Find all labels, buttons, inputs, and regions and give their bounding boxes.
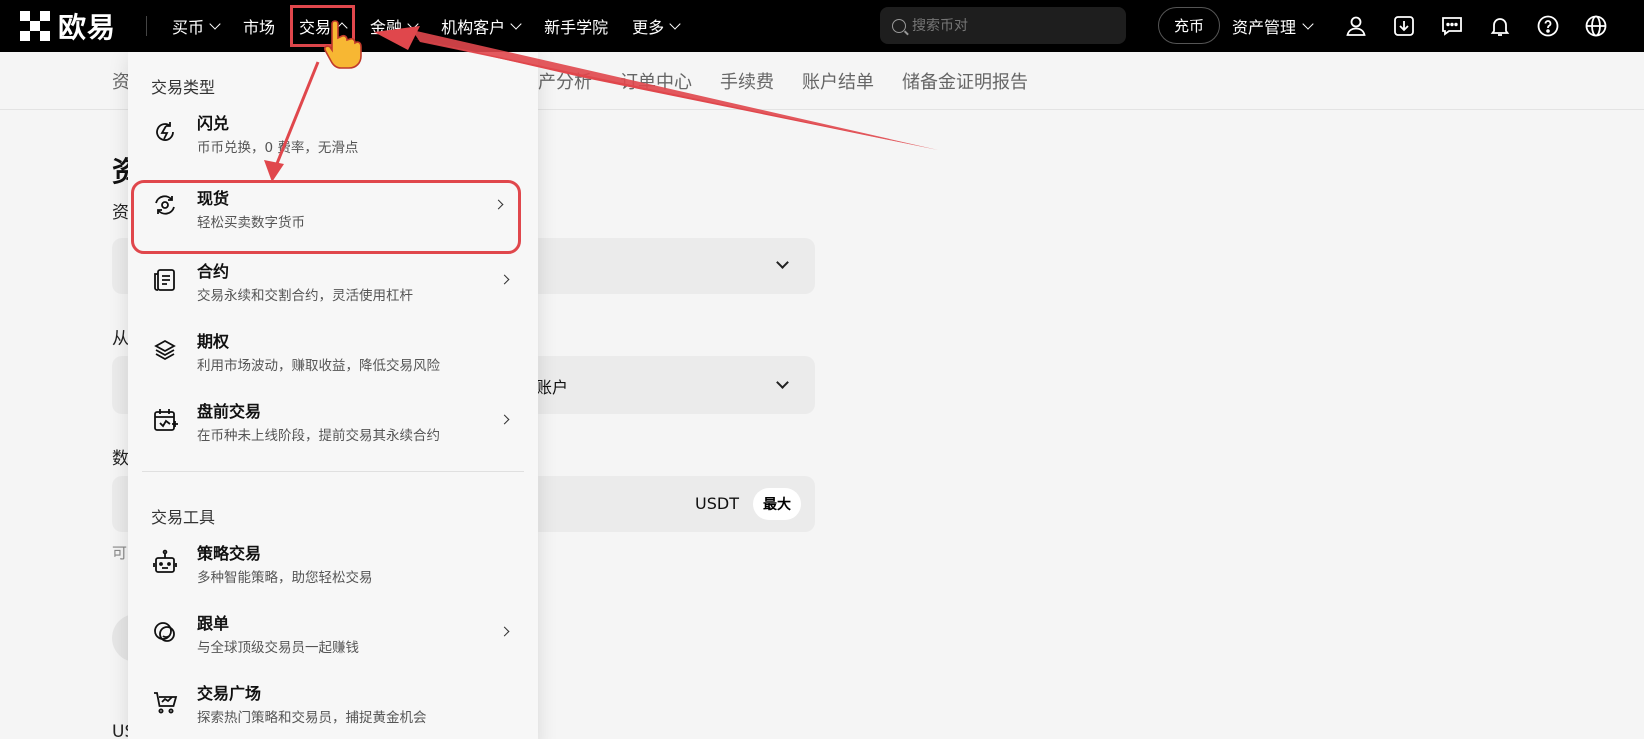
asset-management-label: 资产管理 [1232, 18, 1297, 37]
search-input[interactable] [912, 17, 1102, 34]
search-icon [892, 18, 906, 33]
nav-item-trade[interactable]: 交易 [290, 5, 356, 47]
field-label-from: 从 [112, 329, 129, 349]
menu-item-desc: 币币兑换，0 费率，无滑点 [197, 140, 359, 156]
menu-item-pre-market[interactable]: 盘前交易 在币种未上线阶段，提前交易其永续合约 [136, 390, 530, 454]
globe-icon[interactable] [1584, 14, 1608, 38]
field-label-amount: 数 [112, 449, 129, 469]
menu-item-title: 现货 [197, 189, 230, 208]
menu-item-desc: 交易永续和交割合约，灵活使用杠杆 [197, 288, 413, 304]
nav-label: 交易 [299, 18, 332, 37]
nav-label: 更多 [632, 18, 665, 37]
menu-item-desc: 多种智能策略，助您轻松交易 [197, 570, 373, 586]
nav-divider [146, 16, 147, 36]
nav-label: 新手学院 [544, 18, 609, 37]
available-balance: 可 [112, 544, 128, 562]
chevron-up-icon [336, 22, 348, 34]
section-title-trade-tools: 交易工具 [151, 508, 216, 527]
tab-statements[interactable]: 账户结单 [802, 68, 874, 94]
chevron-right-icon [499, 626, 510, 637]
layers-icon [151, 336, 179, 364]
nav-item-buy-crypto[interactable]: 买币 [172, 14, 221, 38]
nav-label: 市场 [243, 18, 276, 37]
chevron-down-icon [407, 18, 419, 30]
menu-item-title: 盘前交易 [197, 402, 262, 421]
menu-item-spot[interactable]: 现货 轻松买卖数字货币 [131, 180, 521, 254]
chevron-right-icon [493, 199, 504, 210]
nav-label: 机构客户 [441, 18, 506, 37]
robot-icon [151, 548, 179, 576]
menu-item-title: 期权 [197, 332, 230, 351]
nav-item-market[interactable]: 市场 [243, 14, 275, 38]
menu-item-copy-trading[interactable]: 跟单 与全球顶级交易员一起赚钱 [136, 602, 530, 666]
chevron-down-icon [776, 256, 789, 269]
tab-proof-of-reserves[interactable]: 储备金证明报告 [902, 68, 1028, 94]
menu-item-title: 策略交易 [197, 544, 262, 563]
menu-item-options[interactable]: 期权 利用市场波动，赚取收益，降低交易风险 [136, 320, 530, 384]
menu-item-trading-square[interactable]: 交易广场 探索热门策略和交易员，捕捉黄金机会 [136, 672, 530, 736]
cart-icon [151, 688, 179, 716]
field-label-currency: 资 [112, 203, 129, 223]
contract-icon [151, 266, 179, 294]
header-icons [1344, 10, 1608, 42]
nav-item-academy[interactable]: 新手学院 [544, 14, 608, 38]
trade-dropdown-menu: 交易类型 闪兑 币币兑换，0 费率，无滑点 现货 轻松买卖数字货币 合约 交易永… [128, 52, 538, 739]
chevron-down-icon [776, 376, 789, 389]
nav-label: 买币 [172, 18, 205, 37]
deposit-button[interactable]: 充币 [1158, 7, 1220, 44]
menu-item-title: 交易广场 [197, 684, 262, 703]
menu-item-desc: 轻松买卖数字货币 [197, 215, 305, 231]
menu-item-title: 闪兑 [197, 114, 230, 133]
amount-unit: USDT [695, 494, 739, 513]
chevron-down-icon [209, 18, 221, 30]
account-select-value: 账户 [536, 378, 569, 397]
chevron-right-icon [499, 414, 510, 425]
menu-item-contract[interactable]: 合约 交易永续和交割合约，灵活使用杠杆 [136, 250, 530, 314]
chevron-right-icon [499, 274, 510, 285]
top-navbar: 欧易 买币 市场 交易 金融 机构客户 新手学院 更多 充币 资产管理 [0, 0, 1644, 52]
download-icon[interactable] [1392, 14, 1416, 38]
tab-order-center[interactable]: 订单中心 [620, 68, 692, 94]
chevron-down-icon [669, 18, 681, 30]
menu-item-convert[interactable]: 闪兑 币币兑换，0 费率，无滑点 [136, 102, 530, 166]
message-icon[interactable] [1440, 14, 1464, 38]
flash-icon [151, 118, 179, 146]
chevron-down-icon [510, 18, 522, 30]
calendar-icon [151, 406, 179, 434]
section-title-trade-types: 交易类型 [151, 78, 216, 97]
bell-icon[interactable] [1488, 14, 1512, 38]
subnav-tabs: 资产分析 订单中心 手续费 账户结单 储备金证明报告 [520, 68, 1028, 94]
nav-item-institutional[interactable]: 机构客户 [441, 14, 522, 38]
logo[interactable]: 欧易 [20, 10, 116, 44]
menu-item-title: 合约 [197, 262, 230, 281]
menu-item-desc: 在币种未上线阶段，提前交易其永续合约 [197, 428, 440, 444]
logo-text: 欧易 [58, 11, 117, 44]
asset-management-menu[interactable]: 资产管理 [1232, 0, 1314, 52]
menu-item-desc: 探索热门策略和交易员，捕捉黄金机会 [197, 710, 427, 726]
nav-label: 金融 [370, 18, 403, 37]
main-nav: 买币 市场 交易 金融 机构客户 新手学院 更多 [172, 0, 681, 52]
menu-item-desc: 与全球顶级交易员一起赚钱 [197, 640, 359, 656]
max-button[interactable]: 最大 [753, 488, 801, 520]
menu-item-strategy-trading[interactable]: 策略交易 多种智能策略，助您轻松交易 [136, 532, 530, 596]
menu-divider [142, 471, 524, 472]
search-box[interactable] [880, 7, 1126, 44]
nav-item-more[interactable]: 更多 [632, 14, 681, 38]
tab-fees[interactable]: 手续费 [720, 68, 774, 94]
logo-mark-icon [20, 11, 50, 41]
user-icon[interactable] [1344, 14, 1368, 38]
help-icon[interactable] [1536, 14, 1560, 38]
nav-item-finance[interactable]: 金融 [370, 14, 419, 38]
menu-item-title: 跟单 [197, 614, 230, 633]
chevron-down-icon [1302, 18, 1314, 30]
menu-item-desc: 利用市场波动，赚取收益，降低交易风险 [197, 358, 440, 374]
copy-trade-icon [151, 618, 179, 646]
spot-icon [151, 191, 179, 219]
